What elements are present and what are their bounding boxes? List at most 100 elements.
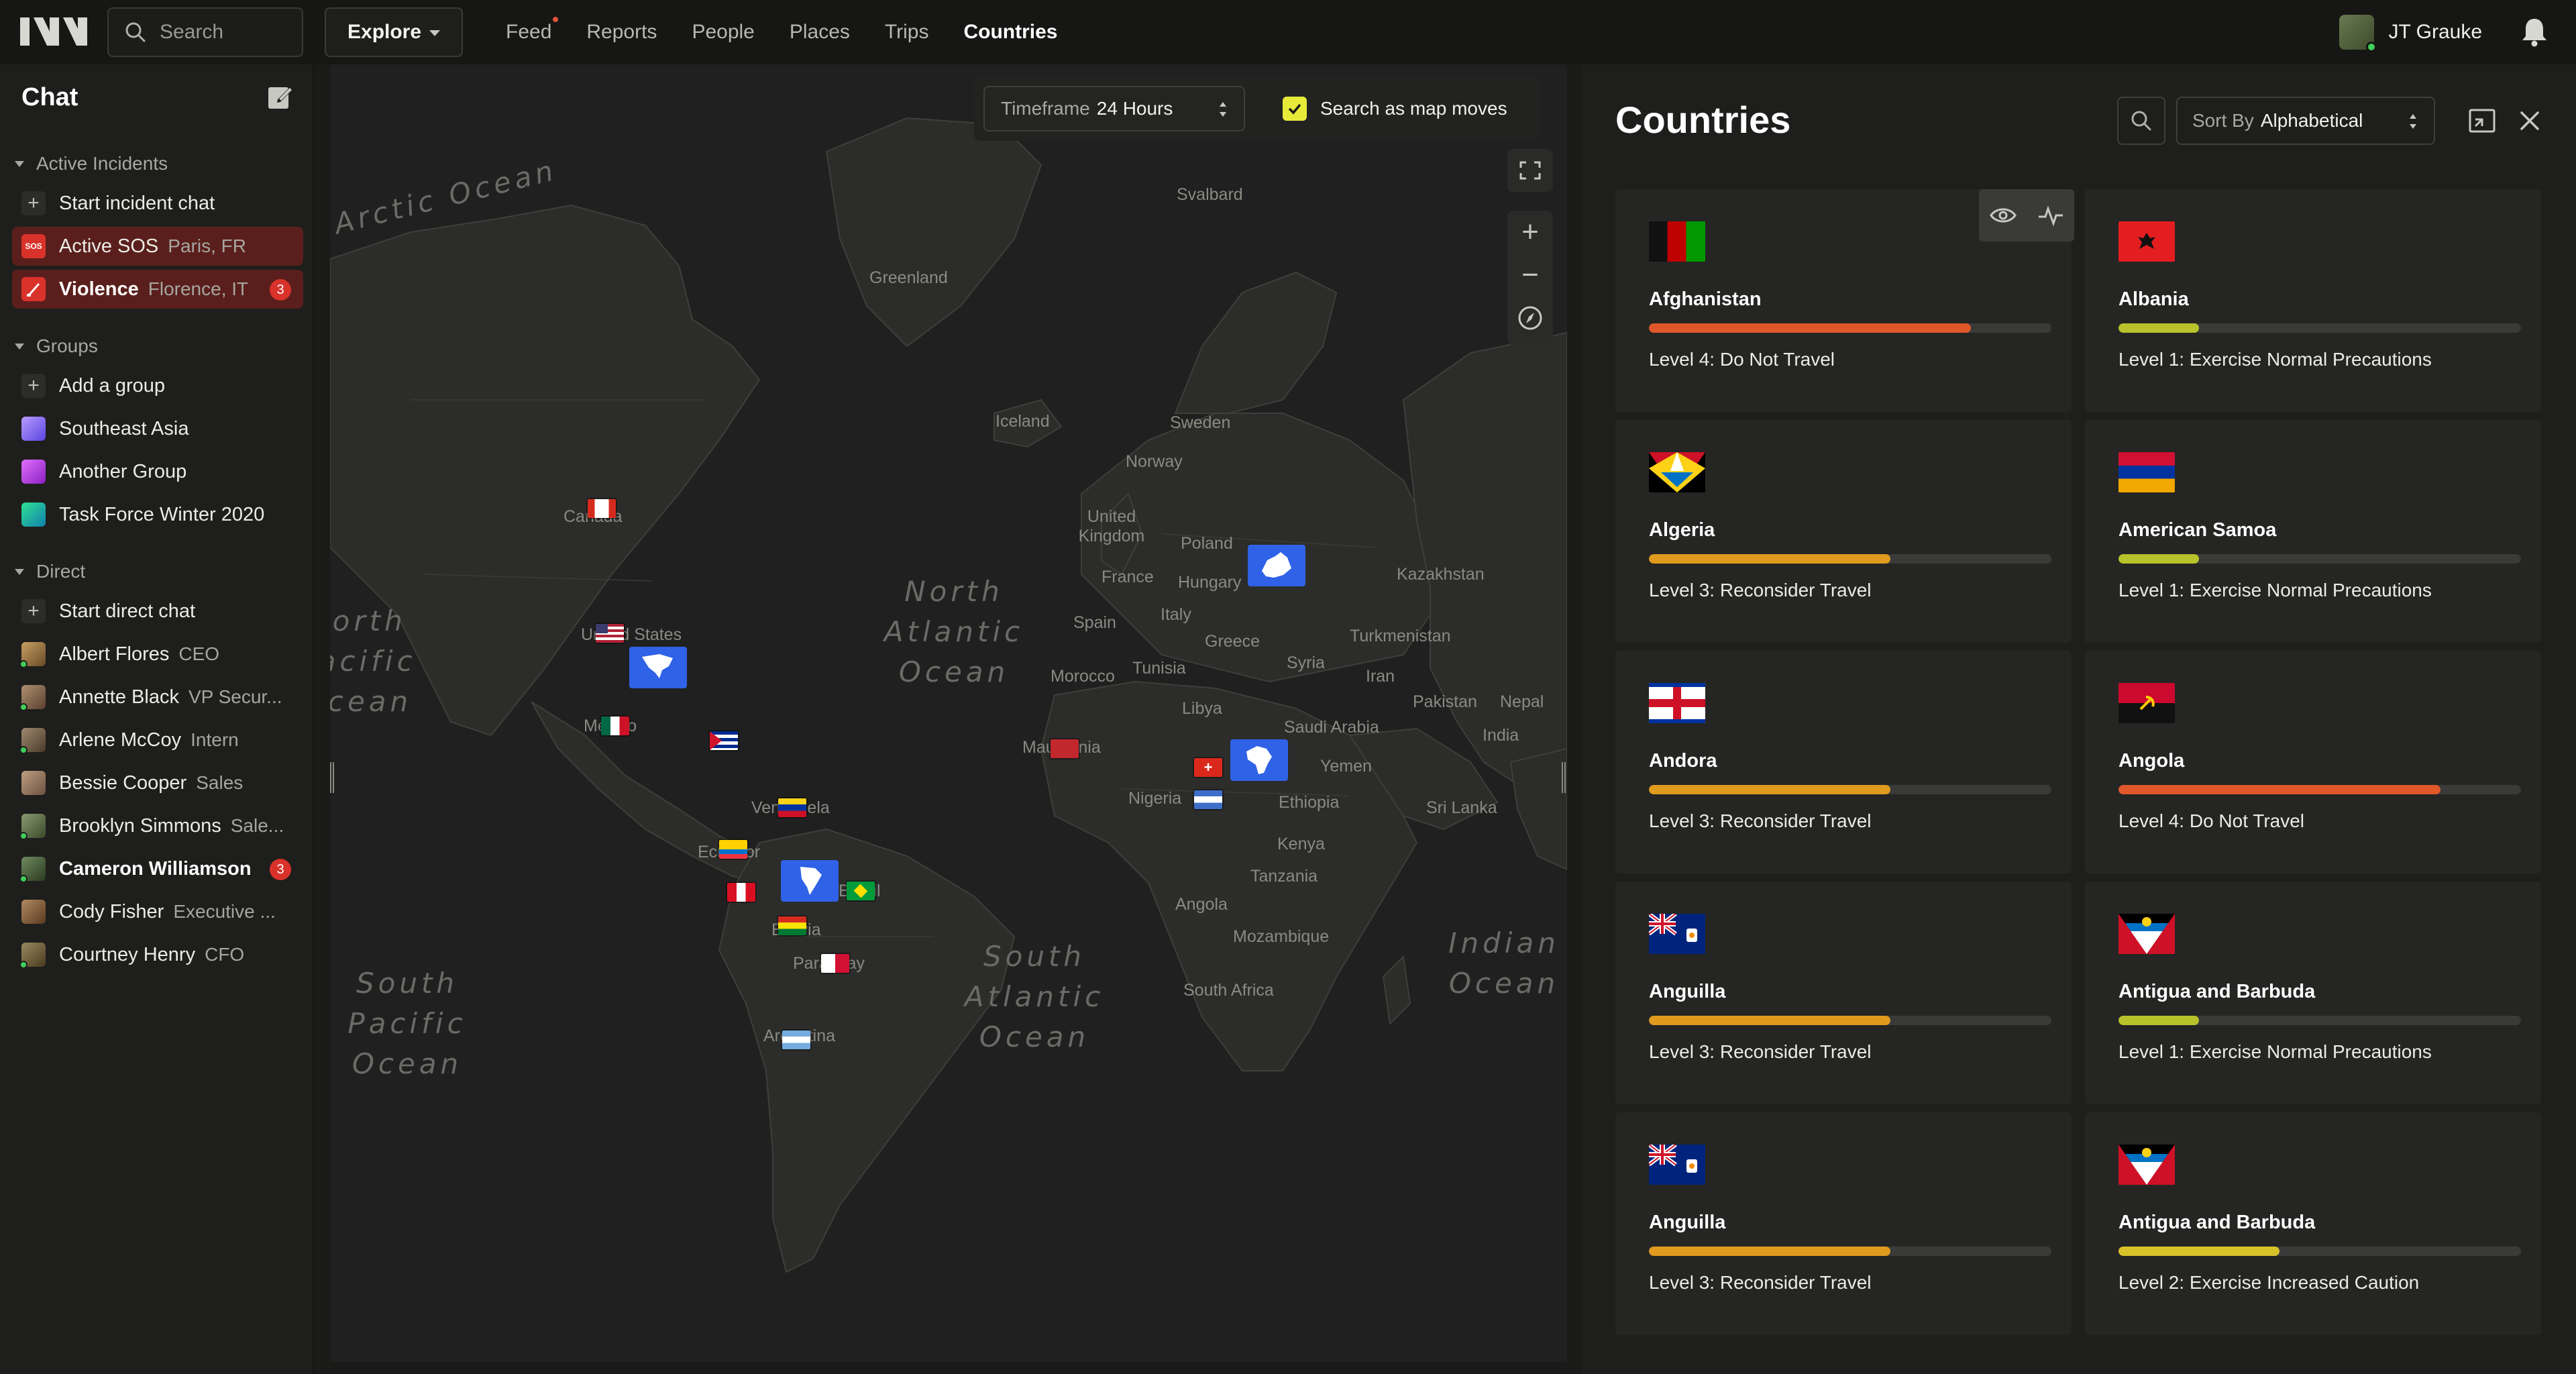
panel-search-button[interactable]: [2117, 97, 2165, 145]
top-bar: Search Explore Feed Reports People Place…: [0, 0, 2576, 64]
sidebar-item-southeast-asia[interactable]: Southeast Asia: [12, 409, 303, 448]
map-pin-panama[interactable]: [821, 954, 849, 973]
sidebar-item-albert-flores[interactable]: Albert Flores CEO: [12, 635, 303, 674]
map-pin-switzerland[interactable]: +: [1194, 758, 1222, 777]
cluster-pin-europe[interactable]: [1248, 545, 1305, 586]
compose-icon[interactable]: [267, 83, 294, 110]
map-pin-ecuador[interactable]: [719, 840, 747, 859]
map-label: Italy: [1161, 605, 1191, 624]
timeframe-select[interactable]: Timeframe 24 Hours: [983, 86, 1245, 131]
card-hover-tools: [1979, 189, 2074, 242]
search-placeholder: Search: [160, 21, 224, 43]
africa-icon: [1246, 746, 1272, 774]
sidebar-item-task-force-winter-2020[interactable]: Task Force Winter 2020: [12, 495, 303, 534]
sidebar-item-annette-black[interactable]: Annette Black VP Secur...: [12, 678, 303, 717]
map-label: Iceland: [996, 412, 1050, 431]
map-label: Norway: [1126, 452, 1183, 471]
nav-people[interactable]: People: [692, 21, 754, 44]
map-pin-argentina[interactable]: [782, 1030, 810, 1049]
country-card-anguilla[interactable]: Anguilla Level 3: Reconsider Travel: [1615, 882, 2072, 1104]
zoom-out-button[interactable]: −: [1507, 254, 1553, 297]
explore-dropdown[interactable]: Explore: [325, 7, 463, 57]
country-card-angola[interactable]: Angola Level 4: Do Not Travel: [2085, 651, 2541, 874]
advisory-level-bar: [2118, 785, 2521, 794]
map-label: India: [1483, 726, 1519, 745]
sidebar-item-arlene-mccoy[interactable]: Arlene McCoy Intern: [12, 721, 303, 759]
country-card-antigua-and-barbuda[interactable]: Antigua and Barbuda Level 1: Exercise No…: [2085, 882, 2541, 1104]
map-pin-united-states[interactable]: [596, 624, 624, 643]
sidebar-item-active-sos[interactable]: SOS Active SOS Paris, FR: [12, 227, 303, 266]
country-card-andora[interactable]: Andora Level 3: Reconsider Travel: [1615, 651, 2072, 874]
user-menu[interactable]: JT Grauke: [2339, 8, 2482, 56]
start-incident-chat-button[interactable]: + Start incident chat: [12, 184, 303, 223]
ocean-label: North Pacific Ocean: [330, 604, 417, 718]
map-pin-mexico[interactable]: [601, 717, 629, 735]
main-nav: Feed Reports People Places Trips Countri…: [506, 0, 1092, 64]
map-pin-brazil[interactable]: [847, 882, 875, 900]
resize-handle-left[interactable]: [330, 762, 334, 793]
search-as-map-moves-checkbox[interactable]: Search as map moves: [1283, 97, 1507, 121]
map-pin-peru[interactable]: [727, 883, 755, 902]
section-direct[interactable]: Direct: [15, 561, 85, 582]
advisory-level-fill: [2118, 323, 2199, 333]
global-search-input[interactable]: Search: [107, 7, 303, 57]
avatar: [19, 642, 46, 668]
sidebar-item-cody-fisher[interactable]: Cody Fisher Executive ...: [12, 892, 303, 931]
sidebar-item-courtney-henry[interactable]: Courtney Henry CFO: [12, 935, 303, 974]
nav-countries[interactable]: Countries: [963, 21, 1057, 44]
map-label: Morocco: [1051, 667, 1115, 686]
app-logo-icon[interactable]: [20, 17, 87, 46]
map-pin-morocco[interactable]: [1051, 739, 1079, 758]
chevron-down-icon: [15, 343, 24, 350]
compass-button[interactable]: [1507, 297, 1553, 339]
fullscreen-button[interactable]: [1507, 149, 1553, 192]
close-icon[interactable]: [2518, 109, 2542, 133]
country-card-american-samoa[interactable]: American Samoa Level 1: Exercise Normal …: [2085, 420, 2541, 643]
cluster-pin-south-america[interactable]: [781, 860, 839, 902]
nav-places[interactable]: Places: [790, 21, 850, 44]
country-card-albania[interactable]: Albania Level 1: Exercise Normal Precaut…: [2085, 189, 2541, 412]
map-pin-cuba[interactable]: [710, 731, 738, 750]
section-groups[interactable]: Groups: [15, 335, 98, 357]
map-pin-nicaragua[interactable]: [1194, 790, 1222, 809]
add-group-button[interactable]: + Add a group: [12, 366, 303, 405]
section-active-incidents[interactable]: Active Incidents: [15, 153, 168, 174]
cluster-pin-north-america[interactable]: [629, 647, 687, 688]
avatar: [19, 814, 46, 840]
map-label: Sweden: [1170, 413, 1231, 432]
zoom-in-button[interactable]: +: [1507, 211, 1553, 254]
sidebar-item-cameron-williamson[interactable]: Cameron Williamson 3: [12, 849, 303, 888]
map-label: Turkmenistan: [1350, 627, 1451, 645]
map-pin-canada[interactable]: [588, 499, 616, 518]
bell-icon[interactable]: [2520, 16, 2549, 47]
ocean-label: South Atlantic Ocean: [964, 940, 1105, 1053]
map-pin-bolivia[interactable]: [778, 916, 806, 935]
country-card-antigua-and-barbuda[interactable]: Antigua and Barbuda Level 2: Exercise In…: [2085, 1112, 2541, 1335]
chevron-down-icon: [15, 568, 24, 575]
nav-feed[interactable]: Feed: [506, 17, 559, 44]
sidebar-item-brooklyn-simmons[interactable]: Brooklyn Simmons Sale...: [12, 806, 303, 845]
map-pin-venezuela[interactable]: [778, 798, 806, 817]
resize-handle-right[interactable]: [1562, 762, 1566, 793]
world-map[interactable]: Arctic Ocean North Atlantic Ocean South …: [330, 64, 1567, 1362]
sidebar-item-violence[interactable]: Violence Florence, IT 3: [12, 270, 303, 309]
cluster-pin-africa[interactable]: [1230, 739, 1288, 781]
map-label: Nepal: [1500, 692, 1544, 711]
start-direct-chat-button[interactable]: + Start direct chat: [12, 592, 303, 631]
activity-icon[interactable]: [2037, 205, 2064, 226]
checkmark-icon: [1283, 97, 1307, 121]
country-card-algeria[interactable]: Algeria Level 3: Reconsider Travel: [1615, 420, 2072, 643]
ocean-label: Indian Ocean: [1448, 927, 1560, 1000]
advisory-level-bar: [1649, 1247, 2051, 1256]
map-label: France: [1102, 568, 1154, 586]
country-card-anguilla[interactable]: Anguilla Level 3: Reconsider Travel: [1615, 1112, 2072, 1335]
nav-reports[interactable]: Reports: [586, 21, 657, 44]
flag-albania: [2118, 221, 2175, 262]
expand-panel-icon[interactable]: [2469, 109, 2496, 133]
nav-trips[interactable]: Trips: [885, 21, 929, 44]
sidebar-item-another-group[interactable]: Another Group: [12, 452, 303, 491]
sidebar-item-bessie-cooper[interactable]: Bessie Cooper Sales: [12, 763, 303, 802]
eye-icon[interactable]: [1989, 206, 2017, 225]
sort-select[interactable]: Sort By Alphabetical: [2176, 97, 2435, 145]
map-label: Nigeria: [1128, 789, 1182, 808]
